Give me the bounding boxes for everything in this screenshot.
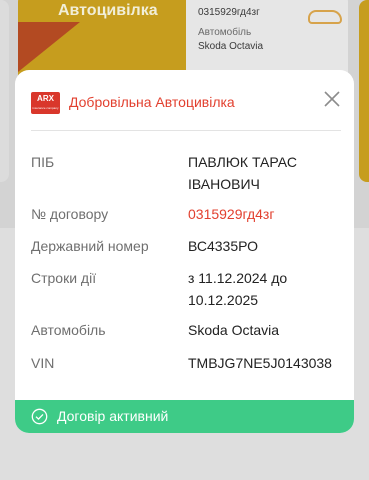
- background-card-info: 0315929гд4зг Автомобіль Skoda Octavia: [198, 2, 263, 54]
- banner-decoration: [18, 22, 80, 72]
- logo-text: ARX: [37, 94, 54, 103]
- detail-label: ПІБ: [31, 154, 55, 170]
- detail-value: ВС4335РО: [188, 238, 259, 254]
- close-icon: [324, 91, 340, 107]
- car-icon: [308, 10, 342, 24]
- contract-number-link[interactable]: 0315929гд4зг: [188, 203, 338, 225]
- background-card-right-edge: [359, 0, 369, 182]
- policy-details-modal: ARX insurance company Добровільна Автоци…: [15, 70, 354, 433]
- detail-value: Skoda Octavia: [188, 322, 280, 338]
- close-button[interactable]: [319, 86, 345, 112]
- detail-value: з 11.12.2024 до 10.12.2025: [188, 270, 288, 308]
- detail-label: Державний номер: [31, 238, 149, 254]
- header-divider: [31, 130, 341, 131]
- background-card-title: Автоцивілка: [58, 2, 158, 19]
- background-car-value: Skoda Octavia: [198, 41, 264, 52]
- status-text: Договір активний: [57, 408, 169, 424]
- detail-value: ПАВЛЮК ТАРАС ІВАНОВИЧ: [188, 154, 297, 192]
- modal-title: Добровільна Автоцивілка: [69, 94, 235, 110]
- background-card-left-edge: [0, 0, 9, 182]
- check-circle-icon: [31, 408, 48, 425]
- detail-label: № договору: [31, 206, 109, 222]
- modal-header: ARX insurance company Добровільна Автоци…: [31, 91, 341, 132]
- background-contract-number: 0315929гд4зг: [198, 7, 260, 18]
- detail-value: TMBJG7NE5J0143038: [188, 355, 332, 371]
- detail-label: Строки дії: [31, 270, 97, 286]
- status-bar: Договір активний: [15, 400, 354, 433]
- detail-label: Автомобіль: [31, 322, 106, 338]
- detail-label: VIN: [31, 355, 55, 371]
- arx-logo: ARX insurance company: [31, 92, 60, 114]
- background-car-label: Автомобіль: [198, 27, 252, 38]
